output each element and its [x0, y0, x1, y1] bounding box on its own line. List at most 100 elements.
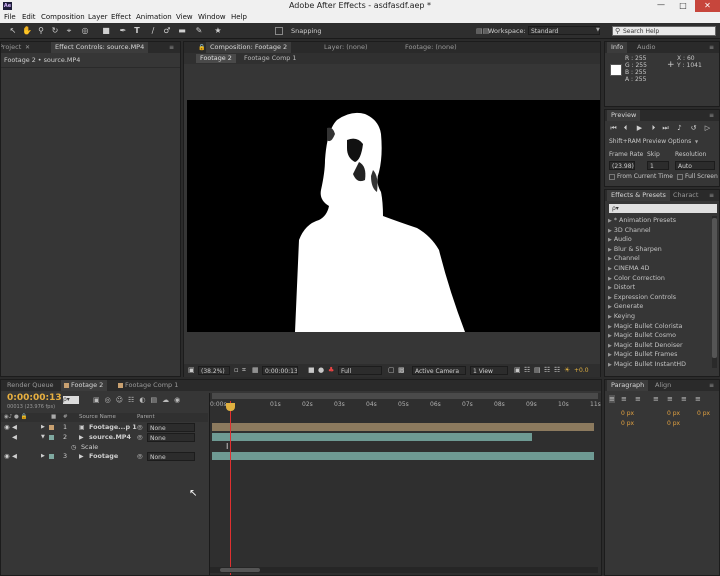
indent-right-value[interactable]: 0 px	[667, 410, 680, 417]
flowchart-icon-2[interactable]: ☷	[554, 366, 560, 374]
tab-project[interactable]: Project	[1, 42, 25, 53]
effects-item[interactable]: ▶ 3D Channel	[605, 226, 715, 236]
close-button[interactable]: ✕	[695, 0, 720, 12]
align-left-icon[interactable]: ≡	[609, 395, 615, 403]
play-icon[interactable]: ▶	[635, 124, 644, 133]
label-color-chip[interactable]	[49, 435, 54, 440]
tab-align[interactable]: Align	[651, 380, 675, 391]
effects-item[interactable]: ▶ Magic Bullet InstantHD	[605, 360, 715, 368]
tab-audio[interactable]: Audio	[633, 42, 659, 53]
effects-search-input[interactable]: ρ▾	[609, 204, 717, 213]
property-scale[interactable]: Scale	[81, 443, 98, 452]
pan-behind-tool-icon[interactable]: ◎	[80, 26, 90, 36]
mute-audio-icon[interactable]: ♪	[675, 124, 684, 133]
previous-frame-icon[interactable]: ⏴	[621, 124, 630, 133]
layer-row[interactable]: ◀ ▼ 2 ▶ source.MP4 ◎ None	[1, 433, 208, 442]
label-color-chip[interactable]	[49, 454, 54, 459]
safe-margins-icon[interactable]: ⌗	[242, 366, 246, 375]
audio-speaker-icon[interactable]: ◀	[12, 423, 17, 432]
timeline-search-input[interactable]: ρ▾	[63, 396, 79, 404]
menu-layer[interactable]: Layer	[88, 12, 108, 23]
parent-select[interactable]: None	[147, 423, 195, 432]
loop-icon[interactable]: ↺	[689, 124, 698, 133]
menu-window[interactable]: Window	[198, 12, 226, 23]
tab-preview[interactable]: Preview	[607, 110, 641, 121]
tab-effect-controls[interactable]: Effect Controls: source.MP4	[51, 42, 149, 53]
search-help-field[interactable]: ⚲ Search Help	[612, 26, 716, 36]
justify-center-icon[interactable]: ≡	[667, 395, 673, 403]
visibility-eye-icon[interactable]: ◉	[4, 423, 10, 432]
menu-animation[interactable]: Animation	[136, 12, 172, 23]
auto-keyframe-icon[interactable]: ◉	[174, 396, 185, 404]
minimize-button[interactable]: —	[651, 0, 671, 12]
audio-speaker-icon[interactable]: ◀	[12, 433, 17, 442]
expand-triangle-icon[interactable]: ▶	[41, 423, 45, 432]
snapshot-icon[interactable]: ■	[308, 366, 315, 374]
layer-name[interactable]: source.MP4	[89, 433, 131, 442]
effects-scrollbar[interactable]	[712, 216, 717, 368]
timeline-timecode[interactable]: 0:00:00:13	[7, 393, 62, 403]
effects-item[interactable]: ▶ Color Correction	[605, 274, 715, 284]
channel-icon[interactable]: ♣	[328, 366, 334, 374]
always-preview-icon[interactable]: ▣	[188, 366, 195, 374]
full-screen-checkbox[interactable]	[677, 174, 683, 180]
roto-brush-tool-icon[interactable]: ✎	[194, 26, 204, 36]
layer-bar[interactable]	[212, 452, 594, 460]
exposure-value[interactable]: +0.0	[574, 367, 589, 374]
preview-panel-menu-icon[interactable]: ≡	[709, 110, 714, 121]
effects-item[interactable]: ▶ Generate	[605, 302, 715, 312]
work-area-bar[interactable]	[212, 393, 598, 399]
parent-select[interactable]: None	[147, 452, 195, 461]
tab-info[interactable]: Info	[607, 42, 628, 53]
layer-bar[interactable]	[212, 423, 594, 431]
pickwhip-icon[interactable]: ◎	[137, 452, 143, 461]
eraser-tool-icon[interactable]: ▬	[177, 26, 187, 36]
layer-row[interactable]: ◉ ◀ ▶ 3 ▶ Footage ◎ None	[1, 452, 208, 461]
layer-name[interactable]: Footage...p 1	[89, 423, 137, 432]
viewer-timecode[interactable]: 0:00:00:13	[262, 366, 298, 375]
tab-timeline-footage-comp-1[interactable]: Footage Comp 1	[115, 380, 182, 391]
align-right-icon[interactable]: ≡	[635, 395, 641, 403]
subtab-footage-comp-1[interactable]: Footage Comp 1	[244, 54, 296, 63]
rotate-tool-icon[interactable]: ↻	[50, 26, 60, 36]
left-close-icon[interactable]: ✕	[25, 42, 30, 53]
justify-right-icon[interactable]: ≡	[681, 395, 687, 403]
pickwhip-icon[interactable]: ◎	[137, 433, 143, 442]
time-ruler[interactable]: 0:00s 01s 02s 03s 04s 05s 06s 07s 08s 09…	[210, 401, 601, 413]
effects-item[interactable]: ▶ * Animation Presets	[605, 216, 715, 226]
exposure-reset-icon[interactable]: ☀	[564, 366, 570, 374]
shy-icon[interactable]: ☺	[116, 396, 128, 404]
effects-item[interactable]: ▶ Distort	[605, 283, 715, 293]
clone-stamp-tool-icon[interactable]: ♂	[162, 26, 172, 36]
tab-character[interactable]: Charact	[669, 190, 702, 201]
info-panel-menu-icon[interactable]: ≡	[709, 42, 714, 53]
ram-preview-options[interactable]: Shift+RAM Preview Options	[609, 138, 691, 145]
comp-mini-flowchart-icon[interactable]: ▣	[93, 396, 105, 404]
effects-scrollbar-thumb[interactable]	[712, 218, 717, 358]
puppet-tool-icon[interactable]: ★	[213, 26, 223, 36]
flowchart-icon[interactable]: ☷	[544, 366, 550, 374]
workspace-select[interactable]: Standard	[528, 26, 600, 35]
resolution-preview-select[interactable]: Auto	[675, 161, 715, 170]
effects-item[interactable]: ▶ Channel	[605, 254, 715, 264]
effects-item[interactable]: ▶ Magic Bullet Denoiser	[605, 341, 715, 351]
transparency-grid-icon[interactable]: ▩	[398, 366, 405, 374]
effects-item[interactable]: ▶ Magic Bullet Colorista	[605, 322, 715, 332]
audio-speaker-icon[interactable]: ◀	[12, 452, 17, 461]
tab-effects-presets[interactable]: Effects & Presets	[607, 190, 670, 201]
menu-edit[interactable]: Edit	[22, 12, 36, 23]
tab-layer[interactable]: Layer: (none)	[320, 42, 372, 53]
justify-all-icon[interactable]: ≡	[695, 395, 701, 403]
column-parent[interactable]: Parent	[137, 413, 155, 422]
timeline-track-area[interactable]: 0:00s 01s 02s 03s 04s 05s 06s 07s 08s 09…	[209, 393, 601, 575]
lock-icon[interactable]: 🔒	[198, 42, 205, 53]
timeline-scrollbar[interactable]	[210, 567, 598, 573]
tab-footage[interactable]: Footage: (none)	[401, 42, 461, 53]
visibility-eye-icon[interactable]: ◉	[4, 452, 10, 461]
type-tool-icon[interactable]: T	[132, 26, 142, 36]
stopwatch-icon[interactable]: ◷	[71, 443, 76, 452]
menu-help[interactable]: Help	[231, 12, 247, 23]
rectangle-tool-icon[interactable]: ■	[101, 26, 111, 36]
label-color-chip[interactable]	[49, 425, 54, 430]
paragraph-panel-menu-icon[interactable]: ≡	[709, 380, 714, 391]
